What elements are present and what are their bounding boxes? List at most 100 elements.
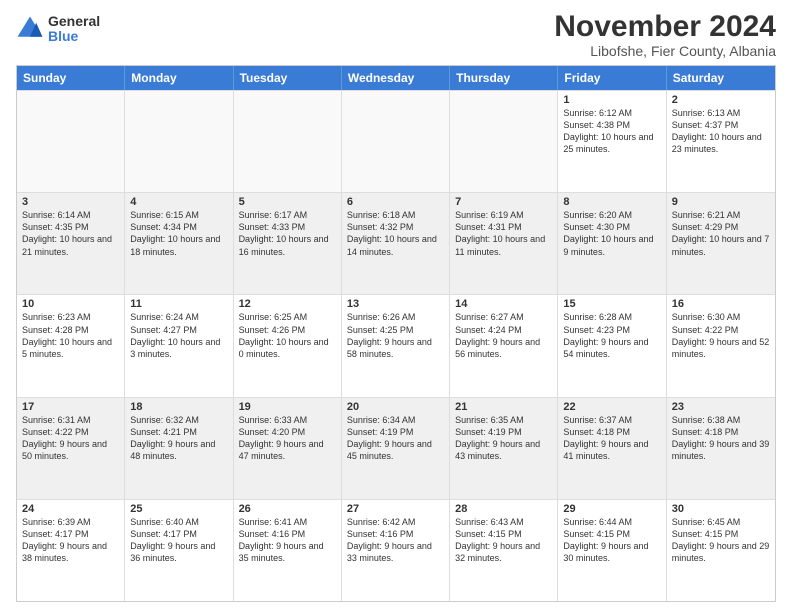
day-info: Sunrise: 6:25 AM Sunset: 4:26 PM Dayligh…: [239, 311, 336, 360]
day-number: 16: [672, 298, 770, 310]
day-info: Sunrise: 6:27 AM Sunset: 4:24 PM Dayligh…: [455, 311, 552, 360]
day-number: 26: [239, 503, 336, 515]
calendar-cell: 9Sunrise: 6:21 AM Sunset: 4:29 PM Daylig…: [667, 193, 775, 294]
day-info: Sunrise: 6:30 AM Sunset: 4:22 PM Dayligh…: [672, 311, 770, 360]
day-info: Sunrise: 6:28 AM Sunset: 4:23 PM Dayligh…: [563, 311, 660, 360]
day-info: Sunrise: 6:14 AM Sunset: 4:35 PM Dayligh…: [22, 209, 119, 258]
logo: General Blue: [16, 14, 100, 45]
calendar-cell: 10Sunrise: 6:23 AM Sunset: 4:28 PM Dayli…: [17, 295, 125, 396]
day-info: Sunrise: 6:33 AM Sunset: 4:20 PM Dayligh…: [239, 414, 336, 463]
day-number: 9: [672, 196, 770, 208]
header-day-wednesday: Wednesday: [342, 66, 450, 90]
day-info: Sunrise: 6:17 AM Sunset: 4:33 PM Dayligh…: [239, 209, 336, 258]
day-info: Sunrise: 6:13 AM Sunset: 4:37 PM Dayligh…: [672, 107, 770, 156]
day-info: Sunrise: 6:20 AM Sunset: 4:30 PM Dayligh…: [563, 209, 660, 258]
header-day-friday: Friday: [558, 66, 666, 90]
calendar-cell: 7Sunrise: 6:19 AM Sunset: 4:31 PM Daylig…: [450, 193, 558, 294]
logo-icon: [16, 15, 44, 43]
day-number: 28: [455, 503, 552, 515]
day-number: 1: [563, 94, 660, 106]
day-number: 24: [22, 503, 119, 515]
day-number: 21: [455, 401, 552, 413]
title-block: November 2024 Libofshe, Fier County, Alb…: [554, 10, 776, 59]
calendar-cell: 25Sunrise: 6:40 AM Sunset: 4:17 PM Dayli…: [125, 500, 233, 601]
calendar-cell: 22Sunrise: 6:37 AM Sunset: 4:18 PM Dayli…: [558, 398, 666, 499]
day-info: Sunrise: 6:35 AM Sunset: 4:19 PM Dayligh…: [455, 414, 552, 463]
calendar-cell: 27Sunrise: 6:42 AM Sunset: 4:16 PM Dayli…: [342, 500, 450, 601]
calendar-cell: 17Sunrise: 6:31 AM Sunset: 4:22 PM Dayli…: [17, 398, 125, 499]
day-number: 27: [347, 503, 444, 515]
calendar-cell: [450, 91, 558, 192]
day-info: Sunrise: 6:21 AM Sunset: 4:29 PM Dayligh…: [672, 209, 770, 258]
header-day-tuesday: Tuesday: [234, 66, 342, 90]
day-info: Sunrise: 6:24 AM Sunset: 4:27 PM Dayligh…: [130, 311, 227, 360]
day-number: 30: [672, 503, 770, 515]
calendar-row-3: 17Sunrise: 6:31 AM Sunset: 4:22 PM Dayli…: [17, 397, 775, 499]
calendar-cell: 14Sunrise: 6:27 AM Sunset: 4:24 PM Dayli…: [450, 295, 558, 396]
calendar-row-2: 10Sunrise: 6:23 AM Sunset: 4:28 PM Dayli…: [17, 294, 775, 396]
calendar-header: SundayMondayTuesdayWednesdayThursdayFrid…: [17, 66, 775, 90]
calendar-cell: 24Sunrise: 6:39 AM Sunset: 4:17 PM Dayli…: [17, 500, 125, 601]
header: General Blue November 2024 Libofshe, Fie…: [16, 10, 776, 59]
day-info: Sunrise: 6:12 AM Sunset: 4:38 PM Dayligh…: [563, 107, 660, 156]
calendar-cell: 18Sunrise: 6:32 AM Sunset: 4:21 PM Dayli…: [125, 398, 233, 499]
logo-blue: Blue: [48, 29, 100, 44]
calendar-cell: 6Sunrise: 6:18 AM Sunset: 4:32 PM Daylig…: [342, 193, 450, 294]
day-number: 17: [22, 401, 119, 413]
logo-text: General Blue: [48, 14, 100, 45]
day-number: 22: [563, 401, 660, 413]
calendar-cell: 3Sunrise: 6:14 AM Sunset: 4:35 PM Daylig…: [17, 193, 125, 294]
day-number: 18: [130, 401, 227, 413]
calendar-cell: 28Sunrise: 6:43 AM Sunset: 4:15 PM Dayli…: [450, 500, 558, 601]
day-number: 4: [130, 196, 227, 208]
day-info: Sunrise: 6:31 AM Sunset: 4:22 PM Dayligh…: [22, 414, 119, 463]
day-info: Sunrise: 6:44 AM Sunset: 4:15 PM Dayligh…: [563, 516, 660, 565]
calendar-cell: 20Sunrise: 6:34 AM Sunset: 4:19 PM Dayli…: [342, 398, 450, 499]
calendar-cell: [17, 91, 125, 192]
day-number: 23: [672, 401, 770, 413]
calendar-cell: 4Sunrise: 6:15 AM Sunset: 4:34 PM Daylig…: [125, 193, 233, 294]
day-info: Sunrise: 6:37 AM Sunset: 4:18 PM Dayligh…: [563, 414, 660, 463]
calendar-cell: 12Sunrise: 6:25 AM Sunset: 4:26 PM Dayli…: [234, 295, 342, 396]
day-info: Sunrise: 6:45 AM Sunset: 4:15 PM Dayligh…: [672, 516, 770, 565]
calendar-cell: 15Sunrise: 6:28 AM Sunset: 4:23 PM Dayli…: [558, 295, 666, 396]
day-info: Sunrise: 6:38 AM Sunset: 4:18 PM Dayligh…: [672, 414, 770, 463]
day-info: Sunrise: 6:34 AM Sunset: 4:19 PM Dayligh…: [347, 414, 444, 463]
calendar-cell: 21Sunrise: 6:35 AM Sunset: 4:19 PM Dayli…: [450, 398, 558, 499]
calendar-cell: 13Sunrise: 6:26 AM Sunset: 4:25 PM Dayli…: [342, 295, 450, 396]
day-number: 13: [347, 298, 444, 310]
day-info: Sunrise: 6:41 AM Sunset: 4:16 PM Dayligh…: [239, 516, 336, 565]
subtitle: Libofshe, Fier County, Albania: [554, 43, 776, 59]
main-title: November 2024: [554, 10, 776, 43]
day-number: 19: [239, 401, 336, 413]
calendar-cell: 1Sunrise: 6:12 AM Sunset: 4:38 PM Daylig…: [558, 91, 666, 192]
day-info: Sunrise: 6:43 AM Sunset: 4:15 PM Dayligh…: [455, 516, 552, 565]
day-info: Sunrise: 6:18 AM Sunset: 4:32 PM Dayligh…: [347, 209, 444, 258]
header-day-sunday: Sunday: [17, 66, 125, 90]
day-number: 20: [347, 401, 444, 413]
logo-general: General: [48, 14, 100, 29]
page: General Blue November 2024 Libofshe, Fie…: [0, 0, 792, 612]
calendar-cell: [234, 91, 342, 192]
calendar-row-0: 1Sunrise: 6:12 AM Sunset: 4:38 PM Daylig…: [17, 90, 775, 192]
day-number: 2: [672, 94, 770, 106]
header-day-monday: Monday: [125, 66, 233, 90]
day-number: 5: [239, 196, 336, 208]
calendar-body: 1Sunrise: 6:12 AM Sunset: 4:38 PM Daylig…: [17, 90, 775, 601]
calendar-cell: [342, 91, 450, 192]
calendar: SundayMondayTuesdayWednesdayThursdayFrid…: [16, 65, 776, 602]
calendar-cell: 23Sunrise: 6:38 AM Sunset: 4:18 PM Dayli…: [667, 398, 775, 499]
header-day-saturday: Saturday: [667, 66, 775, 90]
day-info: Sunrise: 6:42 AM Sunset: 4:16 PM Dayligh…: [347, 516, 444, 565]
day-info: Sunrise: 6:32 AM Sunset: 4:21 PM Dayligh…: [130, 414, 227, 463]
calendar-cell: 26Sunrise: 6:41 AM Sunset: 4:16 PM Dayli…: [234, 500, 342, 601]
day-number: 7: [455, 196, 552, 208]
calendar-cell: 2Sunrise: 6:13 AM Sunset: 4:37 PM Daylig…: [667, 91, 775, 192]
day-number: 8: [563, 196, 660, 208]
day-number: 14: [455, 298, 552, 310]
calendar-cell: 8Sunrise: 6:20 AM Sunset: 4:30 PM Daylig…: [558, 193, 666, 294]
calendar-cell: 29Sunrise: 6:44 AM Sunset: 4:15 PM Dayli…: [558, 500, 666, 601]
calendar-cell: 11Sunrise: 6:24 AM Sunset: 4:27 PM Dayli…: [125, 295, 233, 396]
day-number: 12: [239, 298, 336, 310]
day-info: Sunrise: 6:23 AM Sunset: 4:28 PM Dayligh…: [22, 311, 119, 360]
